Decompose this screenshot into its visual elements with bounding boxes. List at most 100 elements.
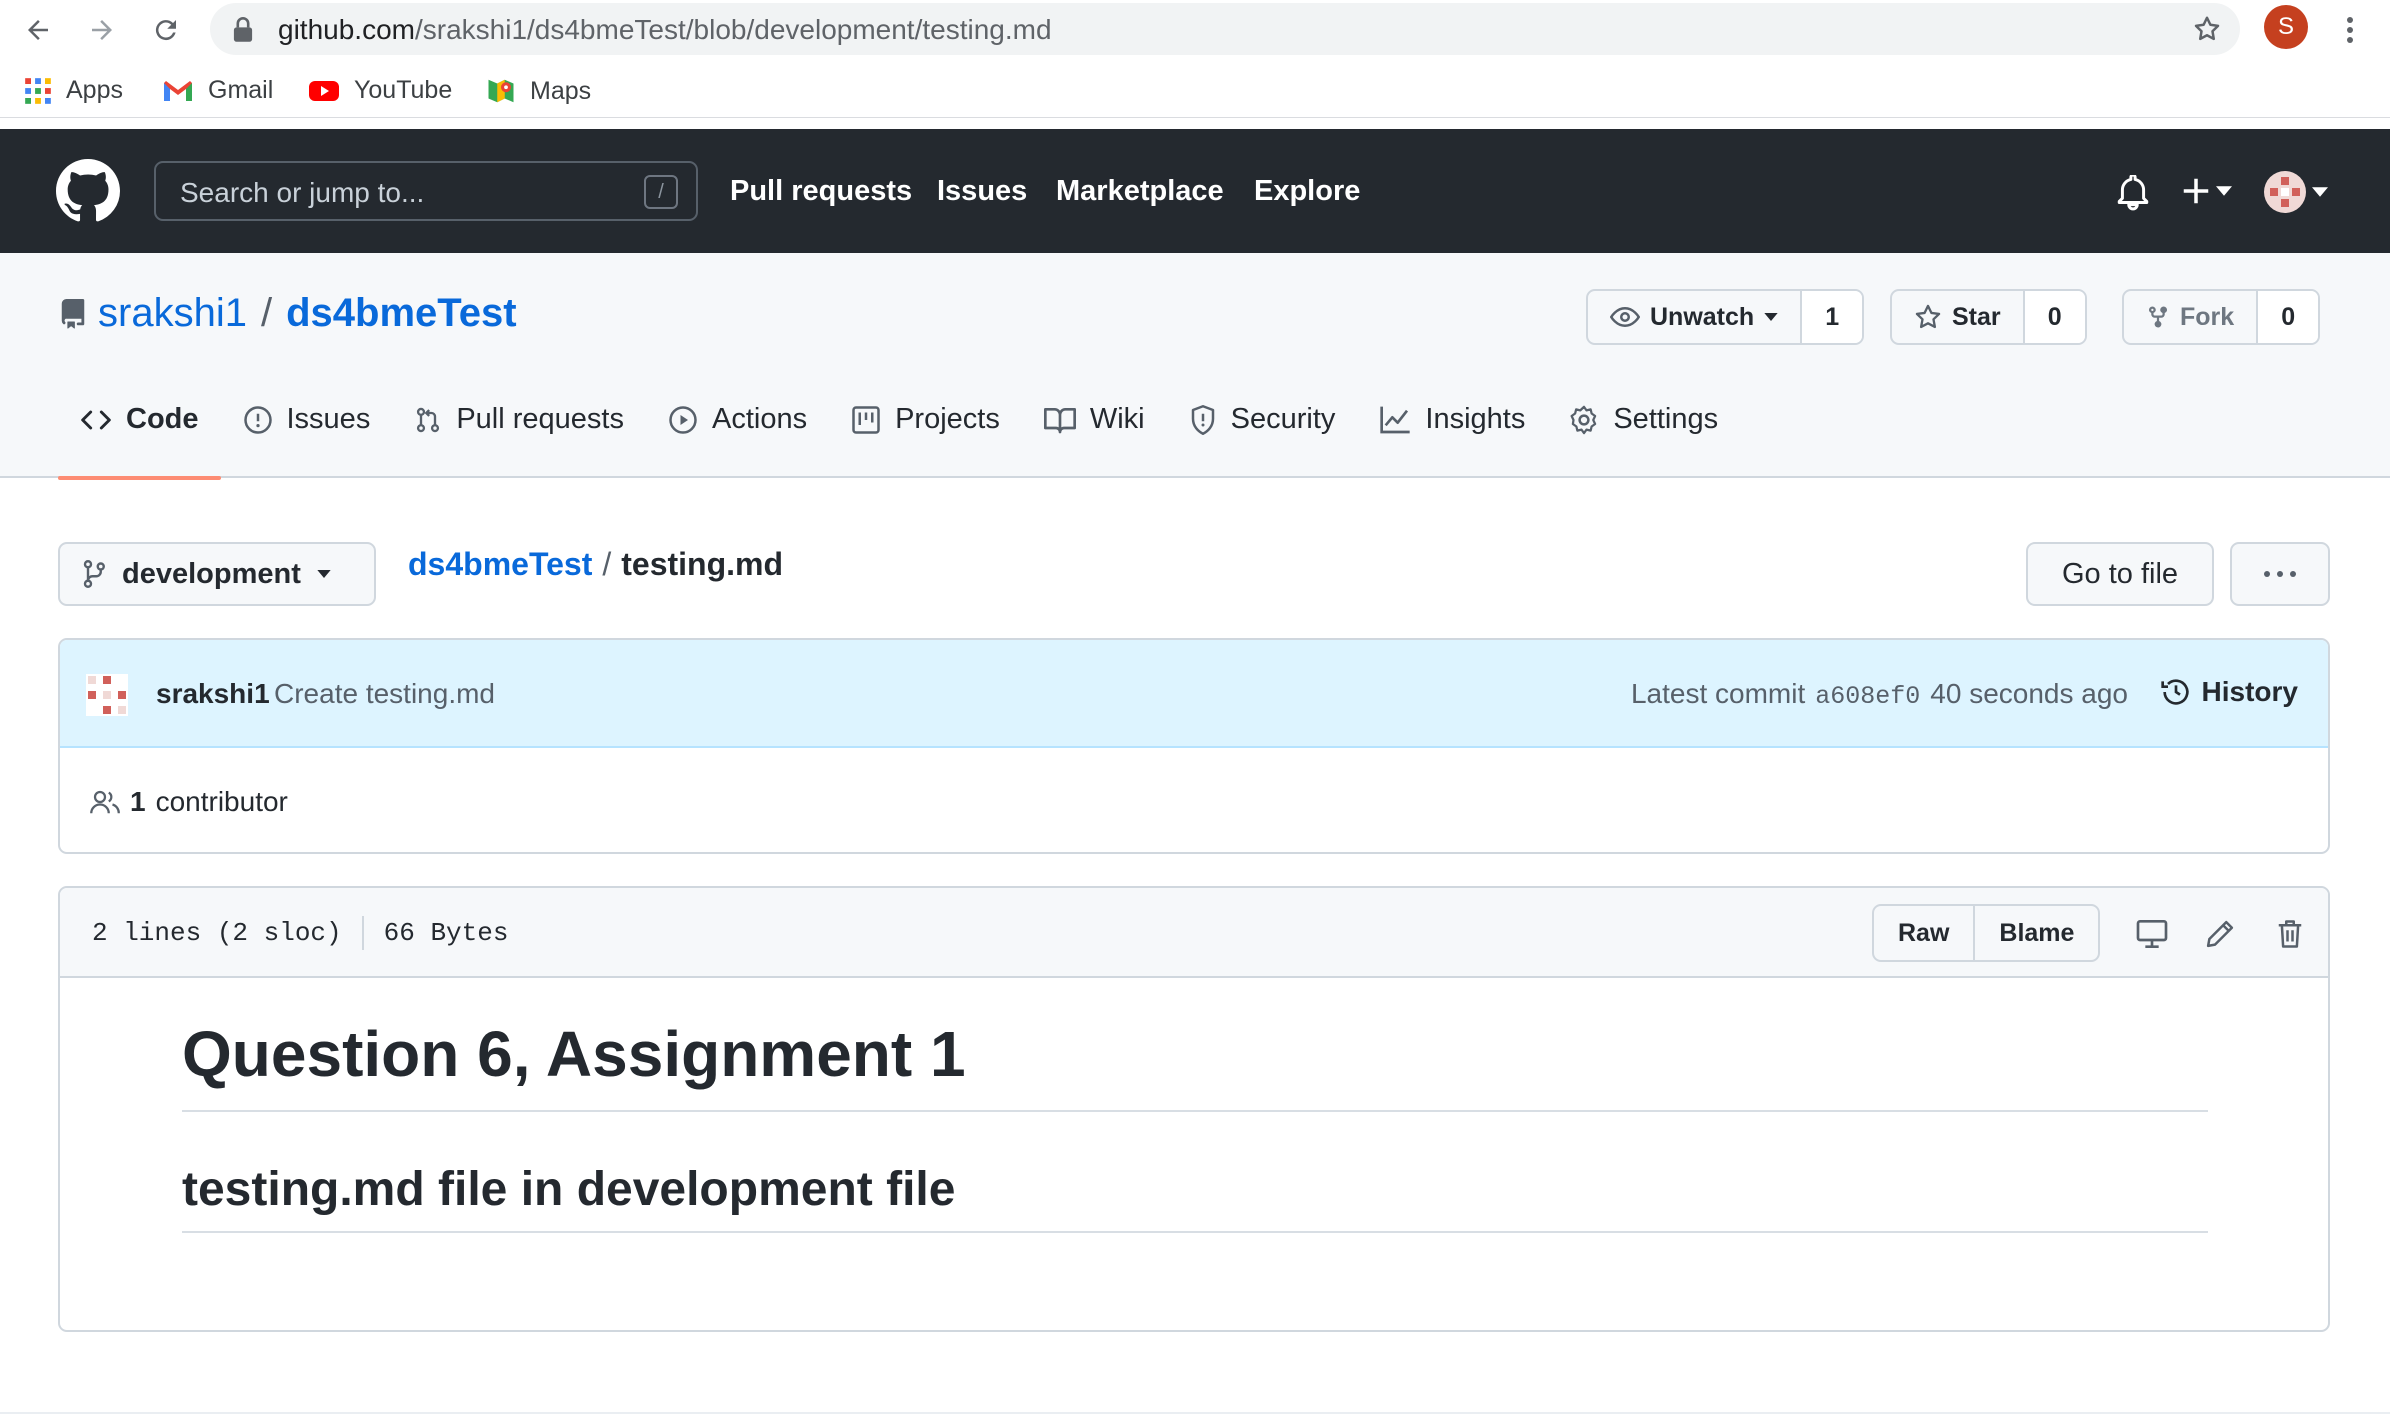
bookmark-star-icon[interactable]	[2192, 14, 2222, 44]
breadcrumb-repo-link[interactable]: ds4bmeTest	[408, 546, 592, 583]
commit-sha-link[interactable]: a608ef0	[1815, 682, 1920, 711]
url-path: /srakshi1/ds4bmeTest/blob/development/te…	[414, 14, 1052, 45]
search-placeholder: Search or jump to...	[180, 177, 425, 208]
gmail-icon	[164, 80, 192, 101]
gear-icon	[1570, 405, 1597, 435]
nav-pull-requests[interactable]: Pull requests	[730, 175, 912, 208]
unwatch-button[interactable]: Unwatch	[1588, 291, 1803, 343]
watchers-count[interactable]: 1	[1802, 291, 1863, 343]
commit-author-avatar[interactable]	[86, 674, 128, 716]
footer-divider	[0, 1412, 2390, 1414]
contributors-info[interactable]: 1 contributor	[90, 786, 288, 818]
create-new-dropdown[interactable]	[2182, 177, 2232, 205]
caret-down-icon	[2312, 187, 2328, 197]
git-branch-icon	[83, 560, 105, 588]
forks-count[interactable]: 0	[2258, 291, 2319, 343]
bookmark-maps[interactable]: Maps	[486, 76, 591, 106]
latest-commit-box: srakshi1 Create testing.md Latest commit…	[58, 638, 2330, 854]
reload-button[interactable]	[144, 8, 188, 52]
tab-label: Issues	[286, 403, 371, 435]
nav-issues[interactable]: Issues	[937, 175, 1027, 208]
bookmark-youtube[interactable]: YouTube	[308, 76, 452, 105]
reload-icon	[155, 20, 176, 41]
pull-request-icon	[417, 407, 440, 433]
trash-icon	[2278, 920, 2302, 948]
github-logo-icon[interactable]	[56, 159, 120, 223]
repo-owner-link[interactable]: srakshi1	[98, 291, 247, 336]
maps-icon	[488, 79, 514, 103]
star-button[interactable]: Star	[1892, 291, 2025, 343]
stargazers-count[interactable]: 0	[2024, 291, 2085, 343]
commit-message-link[interactable]: Create testing.md	[274, 678, 495, 710]
file-header: 2 lines (2 sloc) 66 Bytes Raw Blame	[60, 888, 2328, 978]
browser-toolbar: github.com/srakshi1/ds4bmeTest/blob/deve…	[0, 0, 2390, 58]
user-avatar-icon	[2264, 171, 2306, 213]
repo-title-separator: /	[260, 291, 273, 335]
nav-marketplace[interactable]: Marketplace	[1056, 175, 1224, 208]
back-button[interactable]	[16, 8, 60, 52]
browser-menu-button[interactable]	[2330, 8, 2370, 52]
fork-button[interactable]: Fork	[2124, 291, 2259, 343]
profile-avatar[interactable]: S	[2264, 5, 2308, 49]
more-options-button[interactable]	[2230, 542, 2330, 606]
tab-label: Code	[126, 403, 199, 435]
bookmark-label: Apps	[66, 76, 123, 104]
contributor-label: contributor	[155, 786, 288, 817]
tab-projects[interactable]: Projects	[829, 403, 1022, 478]
history-label: History	[2201, 676, 2298, 707]
commit-author-link[interactable]: srakshi1	[156, 678, 270, 710]
plus-icon	[2183, 178, 2209, 204]
tab-settings[interactable]: Settings	[1547, 403, 1740, 478]
github-header: Search or jump to... / Pull requests Iss…	[0, 129, 2390, 253]
apps-grid-icon	[25, 77, 51, 104]
blame-button[interactable]: Blame	[1975, 906, 2098, 960]
tab-label: Projects	[895, 403, 1000, 435]
forward-button[interactable]	[80, 8, 124, 52]
fork-icon	[2149, 306, 2167, 328]
tab-insights[interactable]: Insights	[1357, 403, 1547, 478]
repo-name-link[interactable]: ds4bmeTest	[286, 291, 516, 336]
arrow-left-icon	[28, 20, 48, 40]
tab-pull-requests[interactable]: Pull requests	[392, 403, 646, 478]
search-input[interactable]: Search or jump to... /	[154, 161, 698, 221]
go-to-file-button[interactable]: Go to file	[2026, 542, 2214, 606]
tab-actions[interactable]: Actions	[646, 403, 829, 478]
unwatch-label: Unwatch	[1650, 302, 1755, 331]
bookmark-gmail[interactable]: Gmail	[162, 76, 273, 105]
file-info: 2 lines (2 sloc) 66 Bytes	[92, 916, 508, 950]
bookmark-apps[interactable]: Apps	[24, 76, 123, 105]
book-icon	[1043, 408, 1076, 434]
branch-name: development	[122, 557, 301, 590]
bookmark-label: YouTube	[354, 76, 453, 104]
delete-file-button[interactable]	[2268, 912, 2312, 956]
issue-icon	[243, 406, 272, 434]
bookmark-label: Gmail	[208, 76, 274, 104]
raw-blame-group: Raw Blame	[1872, 904, 2101, 962]
desktop-icon	[2136, 920, 2168, 948]
nav-explore[interactable]: Explore	[1254, 175, 1360, 208]
kebab-menu-icon	[2347, 17, 2353, 43]
desktop-open-button[interactable]	[2130, 912, 2174, 956]
url-text: github.com/srakshi1/ds4bmeTest/blob/deve…	[278, 14, 1052, 46]
search-shortcut-key: /	[644, 175, 678, 209]
raw-button[interactable]: Raw	[1874, 906, 1976, 960]
commit-bar: srakshi1 Create testing.md Latest commit…	[60, 640, 2328, 748]
tab-issues[interactable]: Issues	[221, 403, 393, 478]
latest-commit-label: Latest commit	[1630, 678, 1806, 709]
repo-header: srakshi1 / ds4bmeTest Unwatch 1 Star 0 F…	[0, 253, 2390, 480]
tab-label: Pull requests	[456, 403, 624, 435]
file-info-divider	[361, 916, 364, 950]
history-link[interactable]: History	[2160, 676, 2298, 708]
tab-code[interactable]: Code	[58, 403, 221, 480]
url-host: github.com	[278, 14, 415, 45]
edit-file-button[interactable]	[2198, 912, 2242, 956]
user-menu-dropdown[interactable]	[2264, 171, 2328, 213]
markdown-heading-1: Question 6, Assignment 1	[182, 1018, 2208, 1112]
branch-selector[interactable]: development	[58, 542, 376, 606]
address-bar[interactable]: github.com/srakshi1/ds4bmeTest/blob/deve…	[210, 3, 2240, 55]
tab-security[interactable]: Security	[1167, 403, 1358, 478]
youtube-icon	[309, 80, 339, 101]
tab-wiki[interactable]: Wiki	[1022, 403, 1167, 478]
notifications-bell-icon[interactable]	[2116, 175, 2150, 211]
star-label: Star	[1952, 302, 2001, 331]
